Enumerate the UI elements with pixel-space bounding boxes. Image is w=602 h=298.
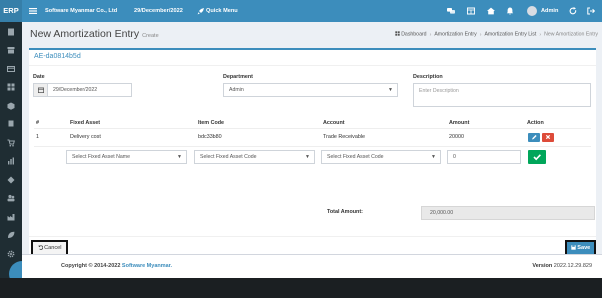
department-label: Department	[223, 74, 253, 80]
sidebar-archive-icon[interactable]	[7, 46, 15, 54]
row-divider	[34, 146, 591, 147]
sidebar-files-icon[interactable]	[7, 120, 15, 128]
page-title-text: New Amortization Entry	[30, 28, 140, 40]
version-value: 2022.12.29.829	[553, 263, 592, 269]
row-1-delete-button[interactable]	[542, 133, 554, 142]
sidebar-cart-icon[interactable]	[7, 139, 15, 147]
sidebar-diamond-icon[interactable]	[7, 176, 15, 184]
reference-number: AE-da0814b5d	[34, 53, 81, 60]
user-name[interactable]: Admin	[541, 0, 558, 22]
sidebar-settings-icon[interactable]	[7, 250, 15, 258]
check-icon	[533, 154, 541, 161]
chat-icon[interactable]	[447, 7, 455, 15]
bottom-strip	[0, 278, 602, 298]
new-amount-input[interactable]: 0	[447, 150, 521, 164]
company-name: Software Myanmar Co., Ltd	[45, 8, 118, 14]
row-1-item-code: bdc33b80	[198, 134, 222, 140]
date-label: Date	[33, 74, 45, 80]
top-navbar: ERP Software Myanmar Co., Ltd 29/Decembe…	[0, 0, 602, 22]
entry-form-box: AE-da0814b5d Date 29/December/2022 Depar…	[29, 48, 596, 262]
bell-icon[interactable]	[506, 7, 514, 15]
sidebar-credit-card-icon[interactable]	[7, 65, 15, 73]
row-1-amount: 20000	[449, 134, 464, 140]
rocket-icon	[197, 8, 204, 15]
col-header-action: Action	[527, 120, 544, 126]
description-label: Description	[413, 74, 443, 80]
pencil-icon	[532, 135, 537, 140]
header-divider	[34, 128, 591, 129]
sidebar-box-icon[interactable]	[7, 102, 15, 110]
table-icon[interactable]	[467, 7, 475, 15]
version: Version 2022.12.29.829	[532, 263, 592, 269]
new-fixed-asset-select[interactable]: Select Fixed Asset Name ▼	[66, 150, 187, 164]
col-header-no: #	[36, 120, 39, 126]
new-item-code-placeholder: Select Fixed Asset Code	[200, 154, 257, 160]
total-amount-label: Total Amount:	[327, 209, 363, 215]
fixed-asset-caret-icon: ▼	[177, 154, 182, 160]
calendar-icon	[34, 84, 48, 96]
page-title: New Amortization Entry Create	[30, 28, 159, 40]
box-header-divider	[29, 65, 596, 66]
logout-icon[interactable]	[587, 7, 595, 15]
new-account-placeholder: Select Fixed Asset Code	[327, 154, 384, 160]
breadcrumb-amortization-entry-list[interactable]: Amortization Entry List	[484, 32, 536, 38]
brand-logo[interactable]: ERP	[0, 0, 22, 22]
undo-icon	[37, 244, 43, 250]
date-picker[interactable]: 29/December/2022	[33, 83, 132, 97]
box-footer-divider	[29, 236, 596, 237]
new-item-code-select[interactable]: Select Fixed Asset Code ▼	[194, 150, 315, 164]
times-icon	[545, 134, 551, 140]
sidebar-chart-icon[interactable]	[7, 157, 15, 165]
version-label: Version	[532, 263, 553, 269]
quick-menu-link[interactable]: Quick Menu	[206, 0, 238, 22]
row-1-fixed-asset: Delivery cost	[70, 134, 101, 140]
department-caret-icon: ▼	[388, 87, 393, 93]
total-amount-value: 20,000.00	[421, 206, 595, 220]
dashboard-icon	[395, 31, 400, 36]
copyright: Copyright © 2014-2022 Software Myanmar.	[61, 263, 172, 269]
copyright-text: Copyright © 2014-2022	[61, 263, 121, 269]
row-1-account: Trade Receivable	[323, 134, 366, 140]
page-footer: Copyright © 2014-2022 Software Myanmar. …	[22, 254, 602, 278]
col-header-amount: Amount	[449, 120, 470, 126]
sidebar-grid-icon[interactable]	[7, 83, 15, 91]
page-subtitle: Create	[142, 33, 159, 39]
add-row-button[interactable]	[528, 150, 546, 164]
company-link[interactable]: Software Myanmar.	[122, 263, 172, 269]
home-icon[interactable]	[487, 7, 495, 15]
col-header-item-code: Item Code	[198, 120, 225, 126]
user-avatar[interactable]	[527, 6, 537, 16]
menu-toggle-icon[interactable]	[29, 7, 37, 15]
new-fixed-asset-placeholder: Select Fixed Asset Name	[72, 154, 130, 160]
breadcrumb-current: New Amortization Entry	[544, 31, 598, 38]
col-header-account: Account	[323, 120, 345, 126]
breadcrumb: Dashboard › Amortization Entry › Amortizatio…	[395, 31, 598, 38]
item-code-caret-icon: ▼	[305, 154, 310, 160]
sidebar	[0, 22, 22, 278]
row-1-edit-button[interactable]	[528, 133, 540, 142]
floppy-disk-icon	[570, 244, 576, 250]
sidebar-calculator-icon[interactable]	[7, 28, 15, 36]
account-caret-icon: ▼	[431, 154, 436, 160]
date-value: 29/December/2022	[53, 87, 98, 93]
breadcrumb-amortization-entry[interactable]: Amortization Entry	[434, 32, 476, 38]
breadcrumb-dashboard[interactable]: Dashboard	[401, 32, 426, 38]
sidebar-leaf-icon[interactable]	[7, 231, 15, 239]
department-select[interactable]: Admin ▼	[223, 83, 398, 97]
cancel-label: Cancel	[44, 245, 62, 251]
department-value: Admin	[229, 87, 244, 93]
current-date: 29/December/2022	[134, 8, 183, 14]
refresh-icon[interactable]	[569, 7, 577, 15]
main-content: New Amortization Entry Create Dashboard › A…	[22, 22, 602, 278]
col-header-fixed-asset: Fixed Asset	[70, 120, 101, 126]
row-1-no: 1	[36, 134, 39, 140]
description-textarea[interactable]: Enter Description	[413, 83, 591, 107]
sidebar-users-icon[interactable]	[7, 194, 15, 202]
new-account-select[interactable]: Select Fixed Asset Code ▼	[321, 150, 441, 164]
sidebar-factory-icon[interactable]	[7, 213, 15, 221]
save-label: Save	[577, 245, 591, 251]
